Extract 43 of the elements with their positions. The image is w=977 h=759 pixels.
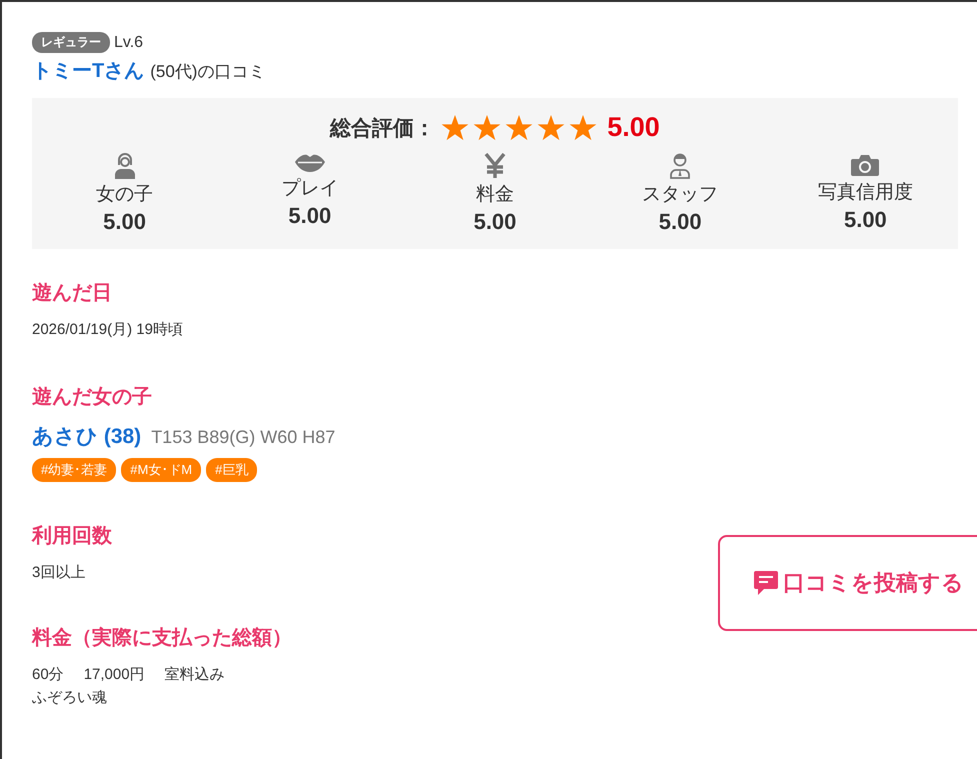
- category-label: 料金: [476, 183, 514, 207]
- woman-icon: [114, 153, 136, 179]
- price-detail-text: 60分: [32, 665, 64, 684]
- category-score: 5.00: [288, 203, 332, 229]
- category-label: スタッフ: [642, 183, 718, 207]
- comment-text: ふぞろい魂: [32, 688, 108, 707]
- lips-icon: [294, 153, 326, 173]
- man-in-tie-icon: [669, 153, 692, 179]
- category-score: 5.00: [103, 209, 146, 235]
- star-icon: [569, 114, 598, 140]
- tag-chip[interactable]: #巨乳: [206, 458, 258, 482]
- level-text: Lv.6: [114, 34, 144, 52]
- star-icon: [537, 114, 566, 140]
- measurements-text: T153 B89(G) W60 H87: [151, 427, 336, 448]
- visit-count-text: 3回以上: [32, 563, 86, 582]
- overall-score: 5.00: [607, 112, 660, 143]
- post-review-button[interactable]: 口コミを投稿する: [718, 535, 977, 631]
- category-score: 5.00: [474, 209, 516, 235]
- price-detail-text: 室料込み: [164, 665, 225, 684]
- reviewer-name-link[interactable]: トミーTさん: [32, 57, 144, 84]
- star-icon: [505, 114, 534, 140]
- star-icon: [441, 114, 470, 140]
- tag-chip[interactable]: #幼妻･若妻: [32, 458, 116, 482]
- section-heading: 遊んだ日: [32, 281, 113, 306]
- camera-icon: [851, 153, 880, 177]
- category-score: 5.00: [658, 209, 702, 235]
- rank-badge: レギュラー: [32, 32, 110, 53]
- star-icon: [473, 114, 502, 140]
- tag-chip[interactable]: #M女･ドM: [121, 458, 202, 482]
- category-label: 女の子: [96, 183, 154, 207]
- speech-bubble-icon: [753, 570, 779, 596]
- section-heading: 利用回数: [32, 524, 113, 549]
- review-title-text: (50代)の口コミ: [150, 61, 266, 83]
- category-label: 写真信用度: [818, 181, 913, 205]
- yen-icon: [482, 153, 507, 179]
- visit-date-text: 2026/01/19(月) 19時頃: [32, 320, 184, 339]
- girl-name-link[interactable]: あさひ (38): [32, 422, 142, 450]
- overall-rating-label: 総合評価：: [330, 116, 436, 142]
- price-detail-text: 17,000円: [84, 665, 145, 684]
- section-heading: 料金（実際に支払った総額）: [32, 626, 293, 651]
- category-label: プレイ: [281, 177, 338, 201]
- category-score: 5.00: [844, 207, 887, 233]
- section-heading: 遊んだ女の子: [32, 385, 153, 410]
